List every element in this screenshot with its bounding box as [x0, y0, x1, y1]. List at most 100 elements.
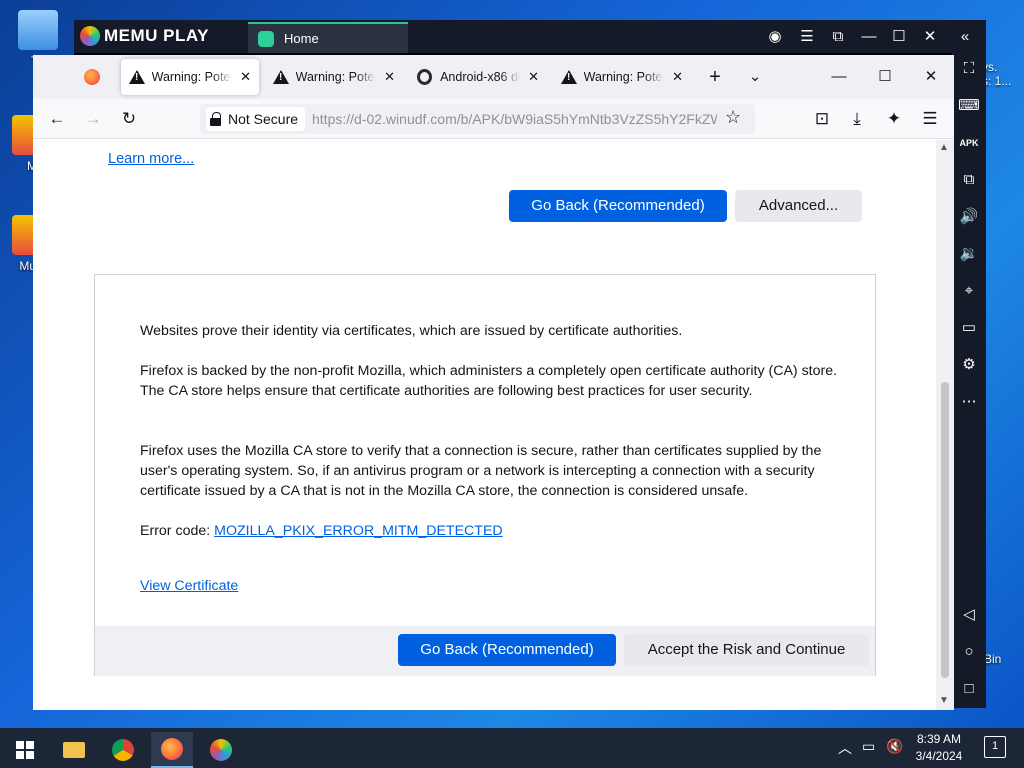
scroll-up-icon[interactable]: ▲: [939, 142, 949, 153]
close-icon[interactable]: ✕: [919, 26, 941, 48]
home-icon[interactable]: ○: [957, 640, 981, 664]
back-arrow-icon[interactable]: ←: [45, 107, 69, 131]
memu-gem-icon: [80, 26, 100, 46]
taskbar-file-explorer[interactable]: [53, 732, 95, 768]
url-bar[interactable]: Not Secure https://d-02.winudf.com/b/APK…: [200, 104, 755, 134]
taskbar-chrome[interactable]: [102, 732, 144, 768]
accept-risk-button[interactable]: Accept the Risk and Continue: [624, 634, 869, 666]
volume-up-icon[interactable]: 🔊: [957, 205, 981, 229]
tab-close-icon[interactable]: ✕: [240, 69, 251, 85]
certificate-explanation: Websites prove their identity via certif…: [140, 323, 683, 339]
computer-icon: [18, 10, 58, 50]
tab-warning-1[interactable]: Warning: Potential Security Risk Ahead ✕: [121, 59, 259, 95]
folder-icon[interactable]: ▭: [957, 316, 981, 340]
warning-icon: [273, 69, 289, 85]
error-code-label: Error code:: [140, 523, 211, 539]
desktop-icon-label: Bin: [984, 652, 1002, 666]
memu-icon: [210, 739, 232, 761]
tab-warning-3[interactable]: Warning: Potential Security Risk Ahead ✕: [553, 59, 691, 95]
extensions-icon[interactable]: ✦: [882, 107, 906, 131]
url-text[interactable]: https://d-02.winudf.com/b/APK/bW9iaS5hYm…: [312, 111, 717, 127]
volume-muted-icon[interactable]: 🔇: [886, 738, 903, 755]
minimize-icon[interactable]: —: [827, 65, 851, 89]
maximize-icon[interactable]: ☐: [888, 26, 910, 48]
list-tabs-icon[interactable]: ⌄: [743, 65, 767, 89]
advanced-panel: Websites prove their identity via certif…: [94, 274, 876, 676]
new-tab-icon[interactable]: +: [703, 65, 727, 89]
close-icon[interactable]: ✕: [919, 65, 943, 89]
settings-icon[interactable]: ⚙: [957, 353, 981, 377]
downloads-icon[interactable]: ⤓: [845, 107, 869, 131]
screen-mode-icon[interactable]: ⧉: [827, 26, 849, 48]
tab-close-icon[interactable]: ✕: [528, 69, 539, 85]
collapse-sidebar-icon[interactable]: «: [954, 26, 976, 48]
go-back-button-bottom[interactable]: Go Back (Recommended): [398, 634, 616, 666]
pocket-icon[interactable]: ⊡: [810, 107, 834, 131]
tab-title: Android-x86 download: [440, 70, 520, 84]
tab-android-x86[interactable]: Android-x86 download ✕: [409, 59, 547, 95]
page-scrollbar[interactable]: ▲ ▼: [936, 140, 954, 710]
forward-arrow-icon[interactable]: →: [81, 107, 105, 131]
start-button[interactable]: [4, 732, 46, 768]
notification-center-icon[interactable]: 1: [984, 736, 1006, 758]
tab-title: Warning: Potential Security Risk Ahead: [295, 70, 376, 84]
back-icon[interactable]: ◁: [957, 603, 981, 627]
desktop-icon-label: s: 1...: [982, 74, 1012, 88]
account-icon[interactable]: ◉: [764, 26, 786, 48]
memu-tab-home[interactable]: Home: [248, 22, 408, 53]
warning-icon: [129, 69, 145, 85]
minimize-icon[interactable]: —: [858, 26, 880, 48]
clock[interactable]: 8:39 AM 3/4/2024: [904, 731, 974, 765]
mozilla-ca-explanation: Firefox is backed by the non-profit Mozi…: [140, 363, 838, 399]
navigation-bar: ← → ↻ Not Secure https://d-02.winudf.com…: [33, 99, 954, 139]
view-certificate-link[interactable]: View Certificate: [140, 578, 238, 594]
advanced-button[interactable]: Advanced...: [735, 190, 862, 222]
tab-warning-2[interactable]: Warning: Potential Security Risk Ahead ✕: [265, 59, 403, 95]
volume-down-icon[interactable]: 🔉: [957, 242, 981, 266]
memu-logo-text: MEMU PLAY: [104, 26, 209, 45]
go-back-button-top[interactable]: Go Back (Recommended): [509, 190, 727, 222]
bookmark-star-icon[interactable]: ☆: [725, 107, 741, 128]
taskbar-memu[interactable]: [200, 732, 242, 768]
home-app-icon: [258, 30, 274, 47]
memu-logo: MEMU PLAY: [80, 26, 209, 46]
advanced-panel-footer: Go Back (Recommended) Accept the Risk an…: [95, 626, 875, 676]
page-content: Learn more... Go Back (Recommended) Adva…: [33, 140, 954, 710]
windows-logo-icon: [16, 741, 34, 759]
learn-more-link[interactable]: Learn more...: [108, 151, 194, 167]
memu-titlebar: MEMU PLAY Home ◉ ☰ ⧉ — ☐ ✕ «: [74, 20, 986, 53]
reload-icon[interactable]: ↻: [117, 107, 141, 131]
show-hidden-icons[interactable]: ︿: [838, 738, 852, 758]
desktop-icon-vs[interactable]: vs. s: 1...: [982, 60, 1024, 88]
warning-icon: [561, 69, 577, 85]
tab-title: Warning: Potential Security Risk Ahead: [583, 70, 664, 84]
notification-count: 1: [991, 740, 999, 752]
firefox-window: Warning: Potential Security Risk Ahead ✕…: [33, 55, 954, 710]
menu-icon[interactable]: ☰: [796, 26, 818, 48]
firefox-icon: [161, 738, 183, 760]
tab-title: Warning: Potential Security Risk Ahead: [151, 70, 232, 84]
keyboard-icon[interactable]: ⌨: [957, 94, 981, 118]
location-icon[interactable]: ⌖: [957, 279, 981, 303]
recents-icon[interactable]: □: [957, 677, 981, 701]
chrome-icon: [112, 739, 134, 761]
more-icon[interactable]: ⋯: [957, 390, 981, 414]
tab-close-icon[interactable]: ✕: [672, 69, 683, 85]
insecure-lock-icon: [210, 112, 224, 126]
clock-time: 8:39 AM: [916, 732, 962, 746]
firefox-view-icon[interactable]: [84, 69, 100, 85]
maximize-icon[interactable]: ☐: [873, 65, 897, 89]
scroll-thumb[interactable]: [941, 382, 949, 678]
scroll-down-icon[interactable]: ▼: [939, 695, 949, 706]
site-identity-button[interactable]: Not Secure: [206, 107, 306, 131]
apk-icon[interactable]: APK: [957, 131, 981, 155]
multi-window-icon[interactable]: ⧉: [957, 168, 981, 192]
fullscreen-icon[interactable]: ⛶: [957, 57, 981, 81]
error-code-link[interactable]: MOZILLA_PKIX_ERROR_MITM_DETECTED: [214, 523, 503, 539]
desktop-icon-recycle-bin[interactable]: Bin: [984, 652, 1024, 666]
not-secure-label: Not Secure: [228, 111, 299, 127]
tab-close-icon[interactable]: ✕: [384, 69, 395, 85]
network-icon[interactable]: ▭: [862, 738, 875, 755]
taskbar-firefox[interactable]: [151, 732, 193, 768]
app-menu-icon[interactable]: ☰: [918, 107, 942, 131]
